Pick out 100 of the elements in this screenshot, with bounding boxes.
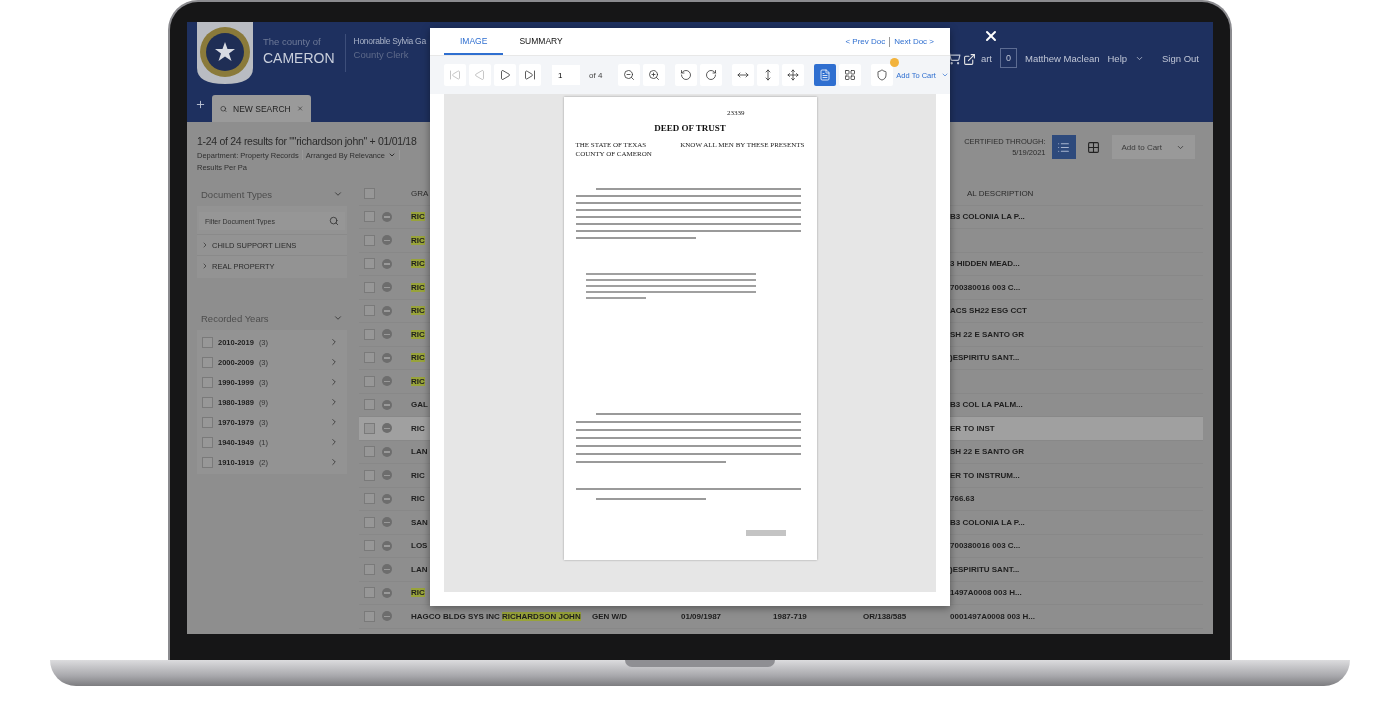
minus-circle-icon[interactable]	[382, 258, 392, 269]
close-button[interactable]	[983, 28, 999, 44]
results-summary: 1-24 of 24 results for ""richardson john" + 01/01/18	[197, 135, 418, 147]
checkbox[interactable]	[363, 352, 375, 364]
checkbox[interactable]	[363, 211, 375, 223]
minus-circle-icon[interactable]	[382, 423, 392, 434]
minus-circle-icon[interactable]	[382, 493, 392, 504]
sign-out-link[interactable]: Sign Out	[1162, 52, 1199, 64]
county-name: CAMERON	[263, 50, 335, 66]
checkbox[interactable]	[363, 328, 375, 340]
page-number-field[interactable]: 1	[552, 65, 580, 85]
toolbar-button[interactable]	[782, 64, 805, 86]
add-tab-icon[interactable]	[195, 99, 206, 110]
table-cell: )ESPIRITU SANT...	[950, 564, 1020, 574]
checkbox[interactable]	[202, 336, 213, 348]
section-title[interactable]: Document Types	[201, 188, 273, 200]
minus-circle-icon[interactable]	[382, 305, 392, 316]
section-title[interactable]: Recorded Years	[201, 312, 269, 324]
previous-doc-link[interactable]: < Prev Doc	[845, 37, 886, 46]
chevron-right-icon	[201, 241, 209, 249]
table-cell: RIC	[411, 282, 425, 292]
checkbox[interactable]	[363, 422, 375, 434]
checkbox[interactable]	[202, 396, 213, 408]
external-link-icon[interactable]	[963, 53, 976, 66]
checkbox[interactable]	[363, 610, 375, 622]
grid-icon	[844, 69, 857, 81]
checkbox[interactable]	[363, 516, 375, 528]
table-cell: 1987-719	[773, 611, 807, 621]
column-header[interactable]: GRA	[411, 188, 429, 198]
toolbar-button[interactable]	[618, 64, 641, 86]
checkbox[interactable]	[363, 399, 375, 411]
minus-circle-icon[interactable]	[382, 399, 392, 410]
checkbox[interactable]	[202, 416, 213, 428]
minus-circle-icon[interactable]	[382, 329, 392, 340]
minus-circle-icon[interactable]	[382, 470, 392, 481]
add-to-cart-button[interactable]: Add to Cart	[1111, 135, 1195, 159]
toolbar-button[interactable]	[643, 64, 666, 86]
move-icon	[787, 69, 800, 81]
checkbox[interactable]	[202, 436, 213, 448]
table-cell: ER TO INSTRUM...	[950, 470, 1020, 480]
minus-circle-icon[interactable]	[382, 611, 392, 622]
next-doc-link[interactable]: Next Doc >	[894, 37, 934, 46]
checkbox[interactable]	[363, 587, 375, 599]
checkbox[interactable]	[202, 376, 213, 388]
checkbox[interactable]	[202, 456, 213, 468]
list-view-button[interactable]	[1051, 135, 1076, 159]
table-cell: GAL	[411, 400, 428, 410]
table-cell: RIC	[411, 588, 425, 598]
minus-circle-icon[interactable]	[382, 564, 392, 575]
county-prefix: The county of	[263, 36, 322, 47]
minus-circle-icon[interactable]	[382, 446, 392, 457]
close-icon[interactable]	[296, 104, 303, 113]
chevron-down-icon[interactable]	[333, 313, 343, 323]
cart-label[interactable]: art	[980, 52, 992, 64]
checkbox[interactable]	[363, 493, 375, 505]
first-page-icon	[449, 69, 461, 81]
minus-circle-icon[interactable]	[382, 282, 392, 293]
toolbar-button[interactable]	[871, 64, 894, 86]
user-name[interactable]: Matthew Maclean	[1025, 52, 1100, 64]
table-cell: 1497A0008 003 H...	[950, 588, 1022, 598]
caret-icon	[940, 71, 949, 79]
minus-circle-icon[interactable]	[382, 235, 392, 246]
checkbox[interactable]	[363, 563, 375, 575]
checkbox[interactable]	[363, 281, 375, 293]
table-cell: HAGCO BLDG SYS INC	[411, 611, 500, 621]
minus-circle-icon[interactable]	[382, 352, 392, 363]
cart-count: 0	[1000, 48, 1018, 68]
checkbox[interactable]	[363, 540, 375, 552]
table-cell: 0001497A0008 003 H...	[950, 611, 1035, 621]
table-cell: RIC	[411, 423, 425, 433]
table-cell: B3 COL LA PALM...	[950, 400, 1023, 410]
help-menu[interactable]: Help	[1107, 52, 1128, 64]
toolbar-button[interactable]	[814, 64, 837, 86]
search-tab[interactable]: NEW SEARCH	[212, 95, 311, 122]
minus-circle-icon[interactable]	[382, 587, 392, 598]
minus-circle-icon[interactable]	[382, 540, 392, 551]
list-icon	[1057, 140, 1071, 154]
checkbox[interactable]	[363, 469, 375, 481]
toolbar-button[interactable]	[519, 64, 541, 86]
toolbar-button[interactable]	[700, 64, 723, 86]
table-cell: 01/09/1987	[681, 611, 722, 621]
checkbox[interactable]	[202, 356, 213, 368]
toolbar-button[interactable]	[494, 64, 516, 86]
chevron-down-icon[interactable]	[333, 189, 343, 199]
viewer-tab[interactable]: SUMMARY	[503, 28, 579, 55]
checkbox[interactable]	[363, 187, 375, 199]
minus-circle-icon[interactable]	[382, 517, 392, 528]
toolbar-button[interactable]	[675, 64, 698, 86]
chevron-right-icon	[201, 262, 209, 270]
column-header[interactable]: AL DESCRIPTION	[967, 188, 1034, 198]
checkbox[interactable]	[363, 305, 375, 317]
checkbox[interactable]	[363, 258, 375, 270]
toolbar-button[interactable]	[839, 64, 862, 86]
table-cell: RIC	[411, 306, 425, 316]
checkbox[interactable]	[363, 446, 375, 458]
minus-circle-icon[interactable]	[382, 376, 392, 387]
checkbox[interactable]	[363, 234, 375, 246]
minus-circle-icon[interactable]	[382, 211, 392, 222]
checkbox[interactable]	[363, 375, 375, 387]
document-icon	[819, 69, 832, 81]
